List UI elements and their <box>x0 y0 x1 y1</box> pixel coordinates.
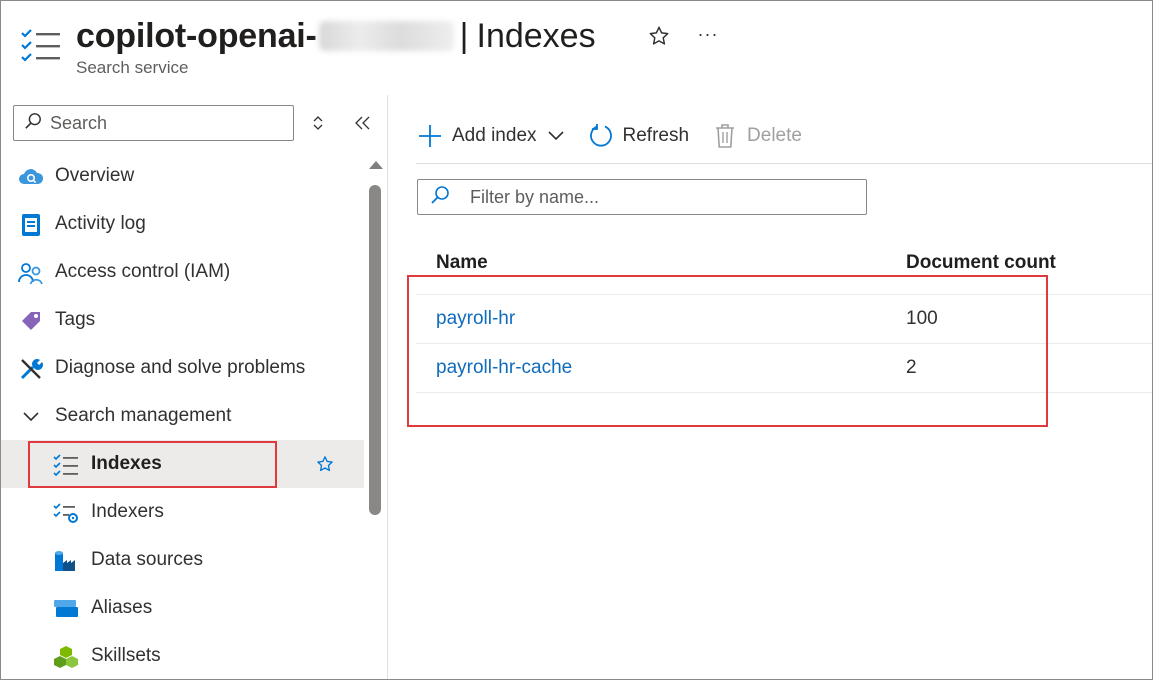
title-separator: | <box>459 16 469 55</box>
wrench-icon <box>18 356 44 382</box>
column-header-name[interactable]: Name <box>436 252 488 274</box>
indexers-icon <box>53 500 79 526</box>
table-row[interactable]: payroll-hr-cache 2 <box>416 344 1153 393</box>
table-header: Name Document count <box>416 240 1153 295</box>
sidebar-item-indexes[interactable]: Indexes <box>0 440 364 488</box>
trash-icon <box>711 122 739 150</box>
sidebar-item-label: Data sources <box>91 549 203 570</box>
document-count: 100 <box>906 308 938 329</box>
delete-label: Delete <box>747 125 802 146</box>
table-row[interactable]: payroll-hr 100 <box>416 295 1153 344</box>
data-sources-icon <box>53 548 79 574</box>
sidebar-nav: Overview Activity log Access control (IA… <box>0 152 364 680</box>
collapse-sidebar-icon[interactable] <box>352 112 374 134</box>
sidebar-search[interactable] <box>13 105 294 141</box>
scrollbar-thumb[interactable] <box>369 185 381 515</box>
page-subtitle: Search service <box>76 58 189 77</box>
plus-icon <box>416 122 444 150</box>
search-icon <box>430 185 450 210</box>
sidebar-item-label: Overview <box>55 165 135 186</box>
sidebar: Overview Activity log Access control (IA… <box>0 95 388 680</box>
sidebar-item-overview[interactable]: Overview <box>0 152 364 200</box>
search-indexes-icon <box>20 28 62 64</box>
sidebar-item-aliases[interactable]: Aliases <box>0 584 364 632</box>
toolbar-divider <box>416 163 1153 164</box>
add-index-label: Add index <box>452 125 537 146</box>
page-name: Indexes <box>476 16 596 55</box>
sidebar-item-label: Search management <box>55 405 232 426</box>
refresh-button[interactable]: Refresh <box>587 122 690 150</box>
service-name: copilot-openai- <box>76 16 317 55</box>
sidebar-group-search-management[interactable]: Search management <box>0 392 364 440</box>
indexes-table: Name Document count payroll-hr 100 payro… <box>416 240 1153 393</box>
sidebar-item-label: Activity log <box>55 213 146 234</box>
cloud-search-icon <box>18 164 44 190</box>
filter-box[interactable] <box>417 179 867 215</box>
more-options-button[interactable]: ··· <box>694 22 722 46</box>
sidebar-item-access-control[interactable]: Access control (IAM) <box>0 248 364 296</box>
sidebar-item-data-sources[interactable]: Data sources <box>0 536 364 584</box>
sidebar-search-input[interactable] <box>50 112 280 134</box>
page-title: copilot-openai- | Indexes <box>76 14 596 58</box>
main-content: Add index Refresh Delete Name Document <box>388 95 1153 680</box>
sidebar-scrollbar[interactable] <box>366 155 384 680</box>
filter-input[interactable] <box>470 186 850 208</box>
scroll-up-arrow-icon[interactable] <box>369 161 383 169</box>
sidebar-item-label: Access control (IAM) <box>55 261 231 282</box>
activity-log-icon <box>18 212 44 238</box>
indexes-icon <box>53 452 79 478</box>
tag-icon <box>18 308 44 334</box>
refresh-label: Refresh <box>622 125 690 146</box>
chevron-down-icon[interactable] <box>547 127 565 145</box>
sidebar-item-label: Diagnose and solve problems <box>55 357 306 378</box>
index-name-link[interactable]: payroll-hr <box>436 308 515 330</box>
sidebar-item-label: Tags <box>55 309 96 330</box>
people-icon <box>18 260 44 286</box>
delete-button[interactable]: Delete <box>711 122 802 150</box>
sidebar-item-label: Skillsets <box>91 645 161 666</box>
redacted-service-id <box>318 21 454 51</box>
sidebar-item-tags[interactable]: Tags <box>0 296 364 344</box>
skillsets-icon <box>53 644 79 670</box>
command-bar: Add index Refresh Delete <box>416 113 824 159</box>
sidebar-item-activity-log[interactable]: Activity log <box>0 200 364 248</box>
favorite-star-icon[interactable] <box>645 22 673 50</box>
page-header: copilot-openai- | Indexes ··· Search ser… <box>0 0 1153 95</box>
sidebar-item-label: Aliases <box>91 597 153 618</box>
document-count: 2 <box>906 357 917 378</box>
aliases-icon <box>53 596 79 622</box>
sidebar-item-diagnose[interactable]: Diagnose and solve problems <box>0 344 364 392</box>
sidebar-item-skillsets[interactable]: Skillsets <box>0 632 364 680</box>
sidebar-item-label: Indexes <box>91 453 162 474</box>
favorite-star-icon[interactable] <box>314 453 336 475</box>
search-icon <box>24 112 42 135</box>
add-index-button[interactable]: Add index <box>416 122 565 150</box>
sidebar-item-indexers[interactable]: Indexers <box>0 488 364 536</box>
sort-updown-icon[interactable] <box>308 112 328 134</box>
index-name-link[interactable]: payroll-hr-cache <box>436 357 572 379</box>
column-header-document-count[interactable]: Document count <box>906 252 1056 274</box>
chevron-down-icon <box>18 404 44 430</box>
refresh-icon <box>587 122 615 150</box>
sidebar-item-label: Indexers <box>91 501 164 522</box>
